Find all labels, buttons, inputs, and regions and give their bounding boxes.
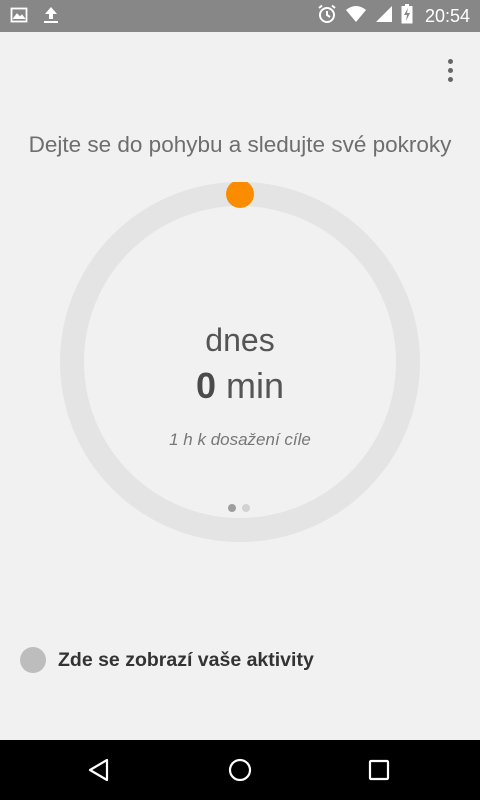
image-icon (10, 6, 28, 29)
today-label: dnes (205, 322, 275, 358)
recents-icon[interactable] (359, 754, 399, 786)
alarm-icon (317, 4, 337, 29)
minutes-unit: min (226, 365, 285, 406)
upload-icon (42, 6, 60, 29)
page-indicator (228, 504, 250, 512)
battery-charging-icon (401, 3, 413, 29)
activity-dot-icon (20, 647, 46, 673)
main-content: Dejte se do pohybu a sledujte své pokrok… (0, 32, 480, 740)
minutes-display: 0 min (0, 365, 480, 407)
navigation-bar (0, 740, 480, 800)
activity-placeholder-label: Zde se zobrazí vaše aktivity (58, 648, 314, 671)
activity-placeholder: Zde se zobrazí vaše aktivity (20, 646, 314, 674)
headline: Dejte se do pohybu a sledujte své pokrok… (28, 132, 452, 157)
status-bar: 20:54 (0, 0, 480, 32)
wifi-icon (345, 5, 367, 28)
back-icon[interactable] (79, 754, 119, 786)
goal-text: 1 h k dosažení cíle (169, 430, 311, 449)
page-dot (242, 504, 250, 512)
page-dot-active (228, 504, 236, 512)
status-time: 20:54 (424, 5, 470, 26)
overflow-menu-icon[interactable] (440, 56, 460, 84)
ring-track (60, 182, 420, 542)
progress-ring[interactable] (60, 182, 420, 542)
minutes-value: 0 (195, 365, 216, 406)
home-icon[interactable] (220, 754, 260, 786)
signal-icon (375, 5, 393, 28)
